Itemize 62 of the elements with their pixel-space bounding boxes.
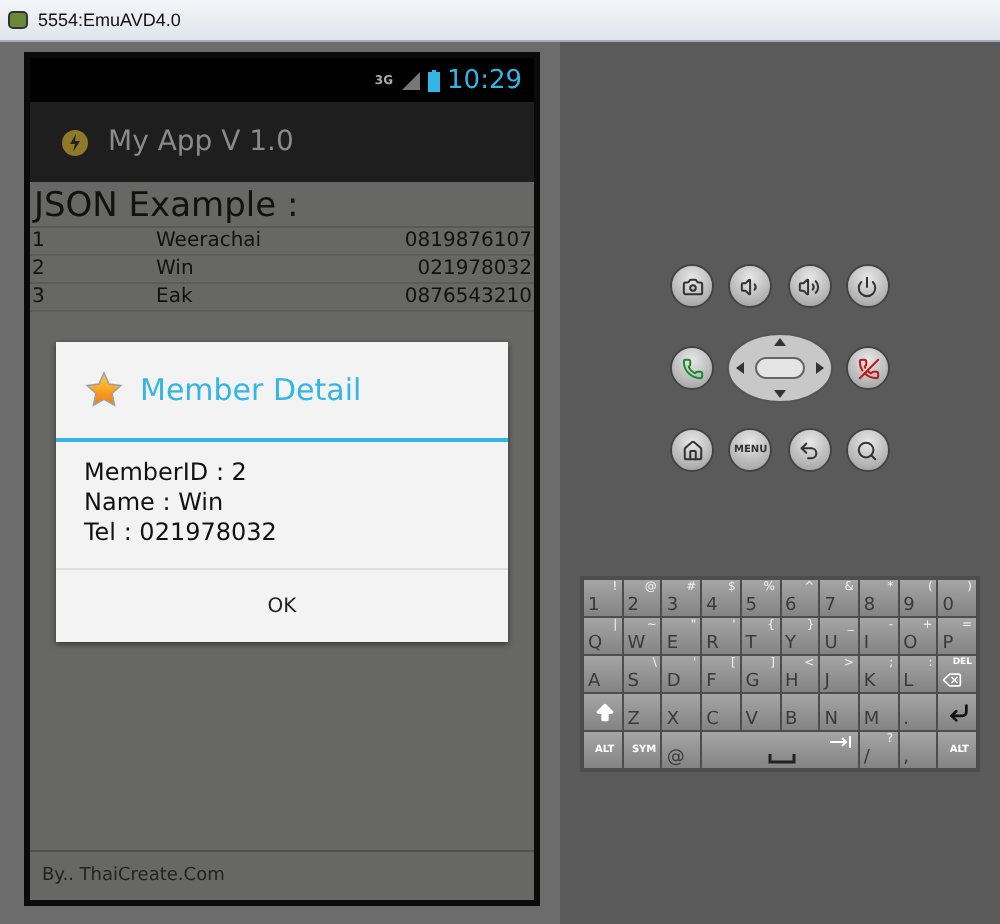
phone-icon xyxy=(857,357,879,379)
camera-icon xyxy=(681,275,703,297)
keyboard-key[interactable]: , xyxy=(899,732,937,768)
detail-line: Name : Win xyxy=(84,488,226,518)
app-icon xyxy=(62,129,88,155)
keyboard-key[interactable]: B xyxy=(781,694,819,730)
space-key[interactable] xyxy=(702,732,858,768)
detail-line: MemberID : 2 xyxy=(84,458,249,488)
back-button[interactable] xyxy=(787,428,832,472)
keyboard-key[interactable]: Z xyxy=(623,694,661,730)
ok-button[interactable]: OK xyxy=(56,570,508,642)
table-cell-text: 2 xyxy=(32,258,47,280)
search-icon xyxy=(856,439,879,461)
speaker-icon xyxy=(798,275,821,297)
table-cell-text: Weerachai xyxy=(156,230,264,252)
keyboard-key[interactable]: V xyxy=(741,694,779,730)
space-icon xyxy=(767,754,796,764)
home-icon xyxy=(681,439,703,461)
table-cell-text: 3 xyxy=(32,286,47,308)
tab-icon xyxy=(829,736,852,748)
power-button[interactable] xyxy=(845,264,890,308)
clock: 10:29 xyxy=(447,65,522,95)
call-button[interactable] xyxy=(670,346,714,390)
power-icon xyxy=(856,275,879,297)
camera-button[interactable] xyxy=(670,264,714,308)
table-cell-text: Eak xyxy=(156,286,195,308)
backspace-icon xyxy=(942,670,963,690)
table-cell-text: Win xyxy=(156,258,196,280)
keyboard-key[interactable]: A xyxy=(584,656,622,692)
heading: JSON Example : xyxy=(30,182,534,228)
dialog-title: Member Detail xyxy=(140,372,362,408)
volume-up-button[interactable] xyxy=(787,264,832,308)
emulator-icon xyxy=(8,10,28,30)
keyboard-key[interactable]: X xyxy=(662,694,701,730)
end-call-button[interactable] xyxy=(846,346,890,390)
speaker-icon xyxy=(739,275,762,297)
table-cell-text: 1 xyxy=(32,230,47,252)
shift-icon xyxy=(593,701,616,723)
dpad-control[interactable] xyxy=(726,332,834,404)
signal-icon xyxy=(401,71,420,89)
keyboard-key[interactable]: N xyxy=(820,694,858,730)
window-title: 5554:EmuAVD4.0 xyxy=(38,10,181,30)
enter-icon xyxy=(948,701,971,723)
keyboard-key[interactable]: . xyxy=(899,694,937,730)
back-icon xyxy=(798,439,821,461)
star-icon xyxy=(84,370,124,410)
keyboard-key[interactable]: @ xyxy=(662,732,701,768)
search-button[interactable] xyxy=(845,428,890,472)
table-cell: 021978032 xyxy=(417,258,532,280)
shift-key[interactable] xyxy=(584,694,622,730)
table-cell: 0819876107 xyxy=(404,230,532,252)
detail-line: Tel : 021978032 xyxy=(84,518,279,548)
volume-down-button[interactable] xyxy=(728,264,773,308)
enter-key[interactable] xyxy=(938,694,976,730)
app-title: My App V 1.0 xyxy=(108,126,294,158)
footer-text: By.. ThaiCreate.Com xyxy=(42,866,225,886)
battery-icon xyxy=(427,69,440,91)
table-cell: 0876543210 xyxy=(404,286,532,308)
keyboard-key[interactable]: C xyxy=(702,694,740,730)
home-button[interactable] xyxy=(670,428,714,472)
keyboard-key[interactable]: M xyxy=(859,694,898,730)
phone-icon xyxy=(681,357,703,379)
